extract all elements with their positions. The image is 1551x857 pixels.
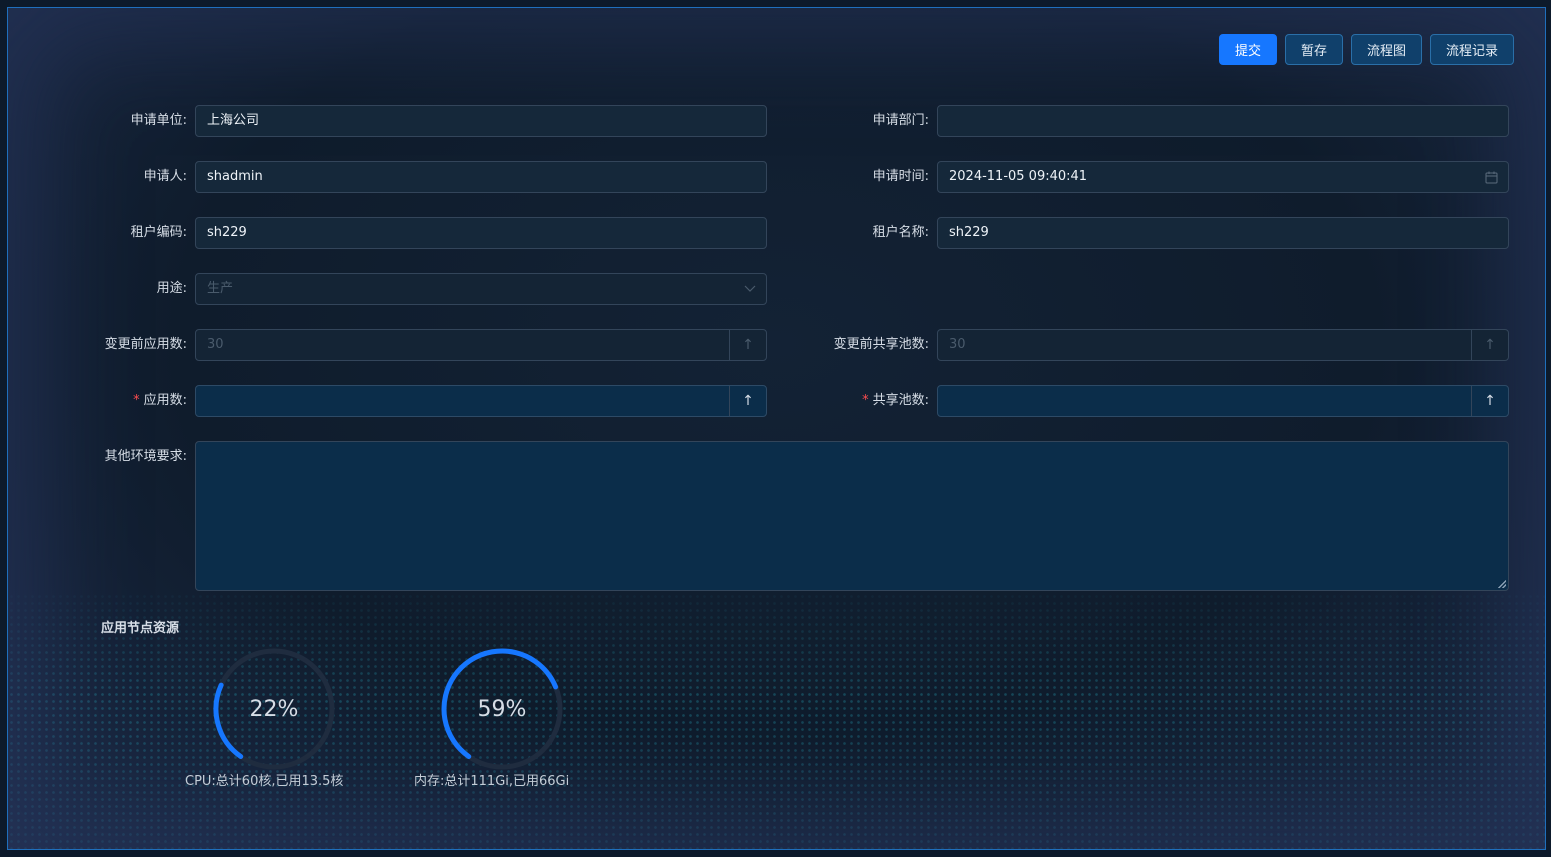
increment-icon[interactable]: ↑ <box>729 330 766 360</box>
required-mark: * <box>862 393 869 408</box>
resources-title: 应用节点资源 <box>101 621 180 636</box>
submit-button[interactable]: 提交 <box>1218 34 1277 65</box>
tenant-name-row: 租户名称: sh229 <box>873 217 1509 249</box>
purpose-label: 用途: <box>156 281 187 296</box>
applicant-unit-label: 申请单位: <box>130 113 187 128</box>
calendar-icon[interactable] <box>1485 162 1498 192</box>
tenant-code-field[interactable]: sh229 <box>195 217 767 249</box>
tenant-name-field[interactable]: sh229 <box>937 217 1509 249</box>
cpu-caption: CPU:总计60核,已用13.5核 <box>185 774 344 789</box>
flowchart-button[interactable]: 流程图 <box>1350 34 1422 65</box>
app-count-before-field[interactable]: 30 ↑ <box>195 329 767 361</box>
resize-handle-icon[interactable] <box>1498 580 1506 588</box>
purpose-value: 生产 <box>207 281 234 296</box>
app-count-label-text: 应用数: <box>143 393 187 408</box>
apply-time-row: 申请时间: 2024-11-05 09:40:41 <box>873 161 1509 193</box>
app-count-input[interactable]: ↑ <box>195 385 767 417</box>
pool-count-input[interactable]: ↑ <box>937 385 1509 417</box>
applicant-dept-row: 申请部门: <box>873 105 1509 137</box>
applicant-label: 申请人: <box>143 169 187 184</box>
apply-time-label: 申请时间: <box>872 169 929 184</box>
purpose-select[interactable]: 生产 <box>195 273 767 305</box>
pool-count-before-label: 变更前共享池数: <box>833 337 929 352</box>
applicant-unit-row: 申请单位: 上海公司 <box>131 105 767 137</box>
flow-record-button[interactable]: 流程记录 <box>1429 34 1514 65</box>
memory-percent: 59% <box>477 696 527 722</box>
purpose-row: 用途: 生产 <box>157 273 767 305</box>
required-mark: * <box>133 393 140 408</box>
tenant-code-row: 租户编码: sh229 <box>131 217 767 249</box>
pool-count-label-text: 共享池数: <box>872 393 929 408</box>
app-count-before-row: 变更前应用数: 30 ↑ <box>105 329 767 361</box>
memory-caption: 内存:总计111Gi,已用66Gi <box>414 774 570 789</box>
toolbar: 提交 暂存 流程图 流程记录 <box>1218 34 1514 65</box>
applicant-unit-field[interactable]: 上海公司 <box>195 105 767 137</box>
chevron-down-icon <box>744 274 756 304</box>
applicant-row: 申请人: shadmin <box>144 161 767 193</box>
app-count-label: * 应用数: <box>133 385 187 417</box>
increment-icon[interactable]: ↑ <box>1471 386 1508 416</box>
tenant-code-label: 租户编码: <box>130 225 187 240</box>
pool-count-before-value: 30 <box>949 337 966 352</box>
memory-gauge: 59% <box>440 647 564 771</box>
applicant-dept-label: 申请部门: <box>872 113 929 128</box>
app-count-before-label: 变更前应用数: <box>104 337 187 352</box>
save-draft-button[interactable]: 暂存 <box>1284 34 1343 65</box>
app-count-before-value: 30 <box>207 337 224 352</box>
apply-time-field[interactable]: 2024-11-05 09:40:41 <box>937 161 1509 193</box>
increment-icon[interactable]: ↑ <box>729 386 766 416</box>
increment-icon[interactable]: ↑ <box>1471 330 1508 360</box>
tenant-name-label: 租户名称: <box>872 225 929 240</box>
applicant-dept-field[interactable] <box>937 105 1509 137</box>
cpu-percent: 22% <box>249 696 299 722</box>
pool-count-before-field[interactable]: 30 ↑ <box>937 329 1509 361</box>
pool-count-label: * 共享池数: <box>862 385 929 417</box>
other-requirements-textarea[interactable] <box>195 441 1509 591</box>
pool-count-row: * 共享池数: ↑ <box>862 385 1509 417</box>
pool-count-before-row: 变更前共享池数: 30 ↑ <box>834 329 1509 361</box>
cpu-gauge: 22% <box>212 647 336 771</box>
apply-time-value: 2024-11-05 09:40:41 <box>949 169 1088 184</box>
app-count-row: * 应用数: ↑ <box>133 385 767 417</box>
applicant-field[interactable]: shadmin <box>195 161 767 193</box>
other-requirements-label: 其他环境要求: <box>104 449 187 464</box>
